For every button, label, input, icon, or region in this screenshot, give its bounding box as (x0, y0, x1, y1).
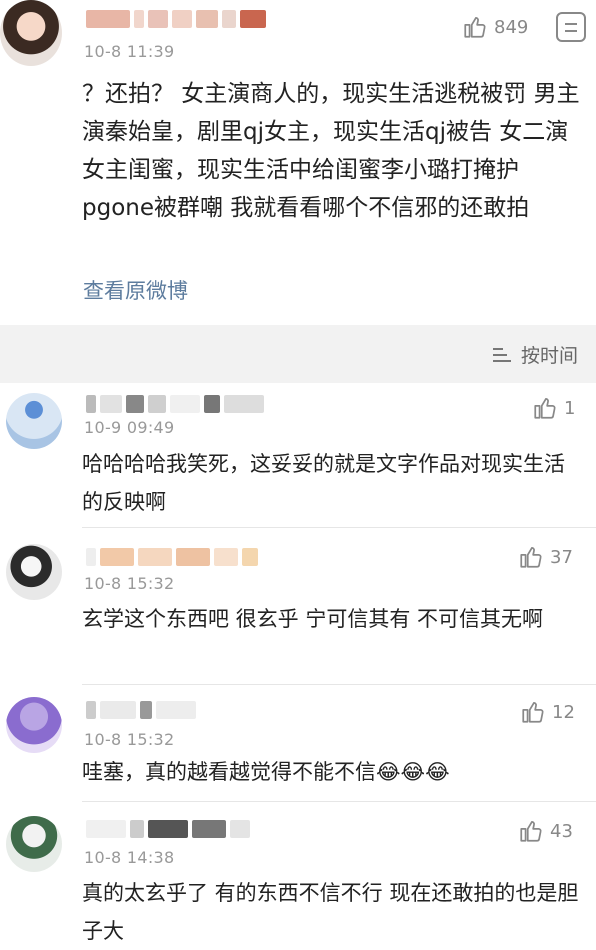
main-comment: 10-8 11:39 849 ？还拍？ 女主演商人的，现实生活逃税被罚 男主演秦… (0, 0, 596, 325)
sort-bar: 按时间 (0, 325, 596, 383)
thumbs-up-icon (520, 547, 542, 568)
reply-text: 哇塞，真的越看越觉得不能不信😂😂😂 (82, 760, 450, 784)
like-button[interactable]: 12 (520, 699, 575, 725)
like-count: 12 (552, 701, 575, 723)
avatar[interactable] (6, 393, 62, 449)
comment-reply-icon[interactable] (556, 12, 586, 42)
avatar[interactable] (6, 544, 62, 600)
reply-text: 哈哈哈哈我笑死，这妥妥的就是文字作品对现实生活的反映啊 (82, 452, 565, 514)
like-button[interactable]: 1 (532, 395, 575, 421)
reply-time: 10-8 15:32 (84, 730, 175, 749)
avatar[interactable] (6, 816, 62, 872)
username-blurred[interactable] (86, 10, 266, 28)
comment-time: 10-8 11:39 (84, 42, 175, 61)
thumbs-up-icon (464, 17, 486, 38)
sort-label: 按时间 (520, 345, 578, 367)
thumbs-up-icon (522, 702, 544, 723)
username-blurred[interactable] (86, 548, 258, 566)
view-original-link[interactable]: 查看原微博 (83, 275, 188, 305)
avatar[interactable] (6, 697, 62, 753)
reply-item: 10-8 15:32 37 玄学这个东西吧 很玄乎 宁可信其有 不可信其无啊 (0, 528, 596, 685)
like-count: 1 (564, 397, 576, 419)
reply-time: 10-9 09:49 (84, 418, 175, 437)
reply-item: 10-9 09:49 1 哈哈哈哈我笑死，这妥妥的就是文字作品对现实生活的反映啊 (0, 383, 596, 528)
like-button[interactable]: 849 (462, 14, 528, 40)
username-blurred[interactable] (86, 395, 264, 413)
sort-by-time-button[interactable]: 按时间 (492, 341, 578, 368)
username-blurred[interactable] (86, 701, 196, 719)
reply-item: 10-8 14:38 43 真的太玄乎了 有的东西不信不行 现在还敢拍的也是胆子… (0, 802, 596, 950)
sort-icon (492, 346, 515, 364)
like-button[interactable]: 43 (518, 818, 573, 844)
like-count: 849 (494, 16, 529, 38)
username-blurred[interactable] (86, 820, 250, 838)
comment-text: ？还拍？ 女主演商人的，现实生活逃税被罚 男主演秦始皇，剧里qj女主，现实生活q… (82, 81, 580, 221)
like-button[interactable]: 37 (518, 544, 573, 570)
avatar[interactable] (0, 0, 62, 66)
thumbs-up-icon (520, 821, 542, 842)
reply-text: 真的太玄乎了 有的东西不信不行 现在还敢拍的也是胆子大 (82, 881, 579, 943)
reply-text: 玄学这个东西吧 很玄乎 宁可信其有 不可信其无啊 (82, 607, 544, 631)
reply-time: 10-8 15:32 (84, 574, 175, 593)
reply-time: 10-8 14:38 (84, 848, 175, 867)
like-count: 43 (550, 820, 573, 842)
like-count: 37 (550, 546, 573, 568)
reply-item: 10-8 15:32 12 哇塞，真的越看越觉得不能不信😂😂😂 (0, 685, 596, 802)
thumbs-up-icon (534, 398, 556, 419)
